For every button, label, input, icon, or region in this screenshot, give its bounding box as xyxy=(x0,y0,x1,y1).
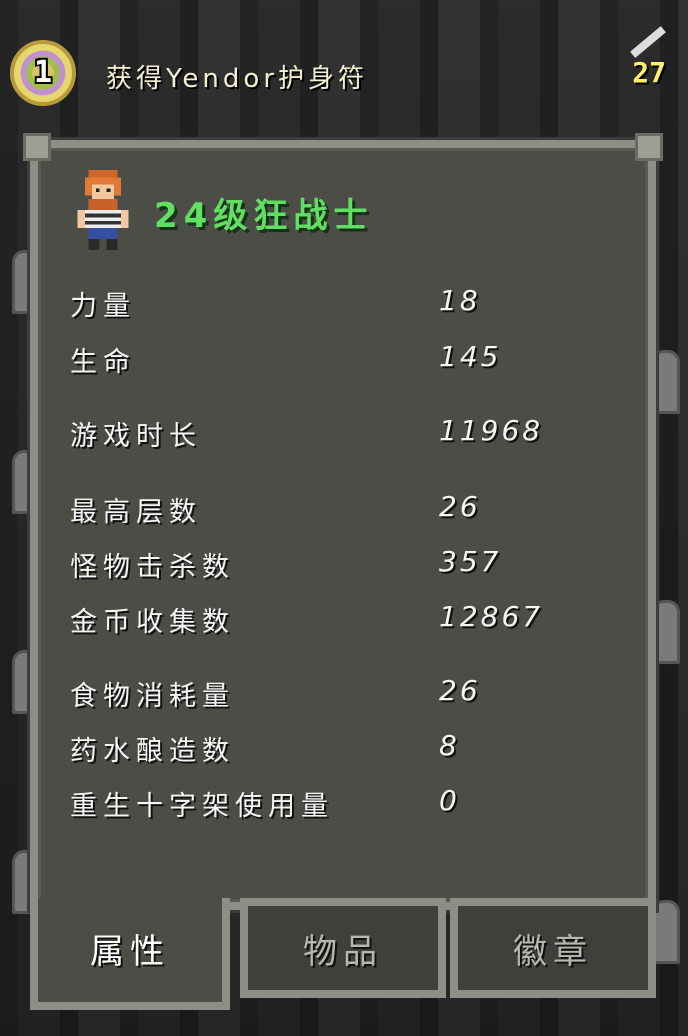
top-banner: 1 获得Yendor护身符 27 xyxy=(0,26,688,125)
hero-title: 24级狂战士 xyxy=(154,196,374,236)
stat-row-gold: 金币收集数 12867 xyxy=(62,600,622,644)
stat-label: 最高层数 xyxy=(70,497,202,528)
stat-label: 食物消耗量 xyxy=(70,681,235,712)
stat-value: 18 xyxy=(439,284,481,317)
stat-label: 金币收集数 xyxy=(70,607,235,638)
banner-title: 获得Yendor护身符 xyxy=(106,64,369,94)
window-corner xyxy=(23,133,51,161)
stat-label: 重生十字架使用量 xyxy=(70,791,334,822)
berserker-hero-icon xyxy=(77,170,129,250)
stat-value: 0 xyxy=(439,784,460,817)
stat-value: 357 xyxy=(439,545,502,578)
stat-row-ankh: 重生十字架使用量 0 xyxy=(62,784,622,828)
banner-count: 27 xyxy=(632,56,666,89)
stat-value: 26 xyxy=(439,674,481,707)
amulet-level: 1 xyxy=(33,55,53,90)
stat-value: 145 xyxy=(439,340,502,373)
stat-row-health: 生命 145 xyxy=(62,340,622,384)
tab-badges[interactable]: 徽章 xyxy=(450,898,656,998)
stat-label: 生命 xyxy=(70,347,136,378)
hero-header: 24级狂战士 xyxy=(74,170,634,256)
wand-icon xyxy=(630,26,666,58)
stat-value: 26 xyxy=(439,490,481,523)
stat-label: 怪物击杀数 xyxy=(70,552,235,583)
tab-stats[interactable]: 属性 xyxy=(30,898,230,1010)
stat-value: 12867 xyxy=(439,600,544,633)
hero-info-window: 24级狂战士 力量 18 生命 145 游戏时长 11968 最高层数 26 怪… xyxy=(23,133,663,910)
stat-row-food: 食物消耗量 26 xyxy=(62,674,622,718)
stat-row-play-time: 游戏时长 11968 xyxy=(62,414,622,458)
stat-row-kills: 怪物击杀数 357 xyxy=(62,545,622,589)
stat-label: 力量 xyxy=(70,291,136,322)
stat-label: 药水酿造数 xyxy=(70,736,235,767)
stat-label: 游戏时长 xyxy=(70,421,202,452)
stat-value: 11968 xyxy=(439,414,544,447)
amulet-icon: 1 xyxy=(10,40,76,106)
stat-row-strength: 力量 18 xyxy=(62,284,622,328)
stat-row-potions: 药水酿造数 8 xyxy=(62,729,622,773)
stat-row-max-depth: 最高层数 26 xyxy=(62,490,622,534)
window-corner xyxy=(635,133,663,161)
tab-label: 徽章 xyxy=(513,932,593,972)
tab-label: 属性 xyxy=(90,932,170,972)
tab-items[interactable]: 物品 xyxy=(240,898,446,998)
tombstone-icon xyxy=(652,350,680,414)
tombstone-icon xyxy=(652,600,680,664)
stat-value: 8 xyxy=(439,729,460,762)
tab-label: 物品 xyxy=(303,932,383,972)
tombstone-icon xyxy=(652,900,680,964)
